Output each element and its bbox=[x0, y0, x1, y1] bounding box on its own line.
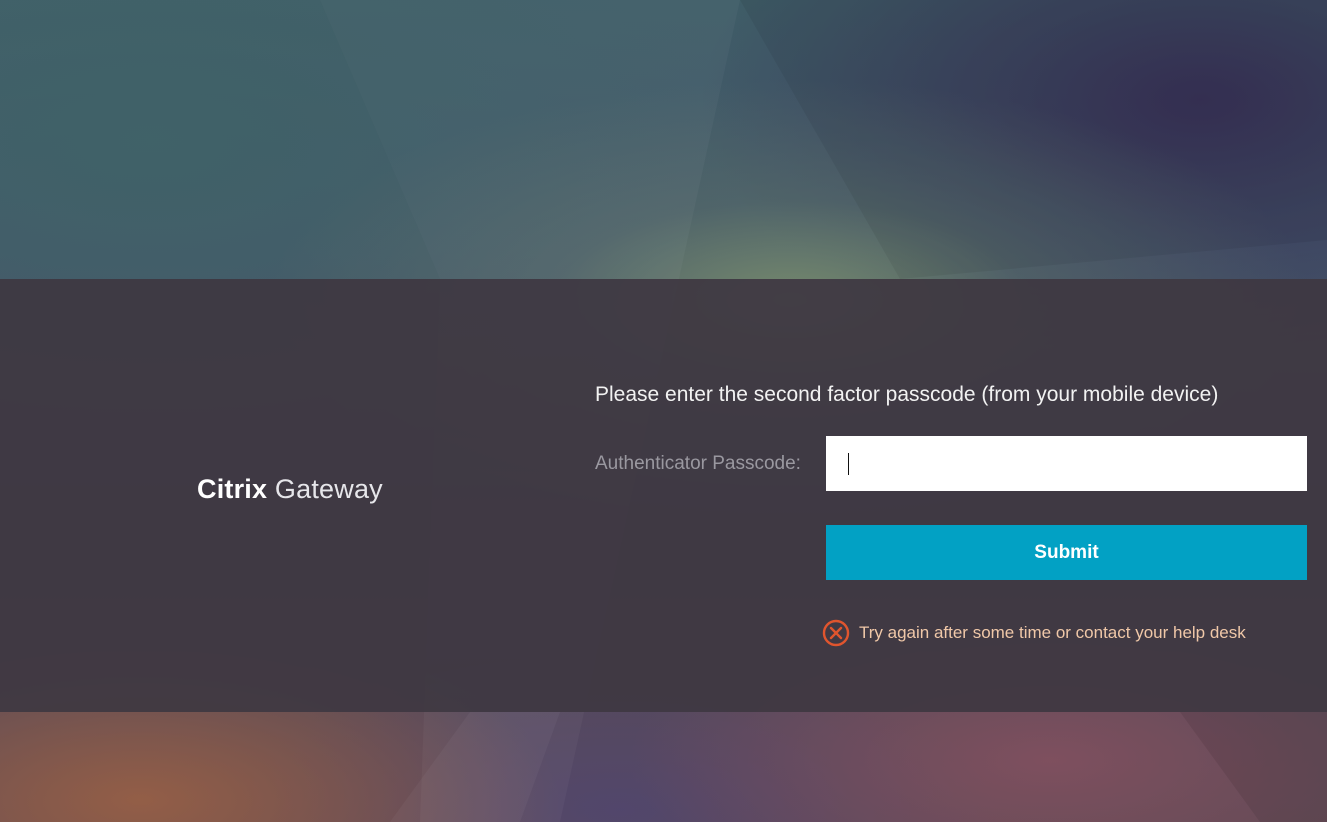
error-message: Try again after some time or contact you… bbox=[859, 623, 1246, 642]
error-circle-x-icon bbox=[822, 619, 850, 647]
logo-brand: Citrix bbox=[197, 474, 268, 504]
error-message-row: Try again after some time or contact you… bbox=[822, 619, 1246, 647]
passcode-instruction: Please enter the second factor passcode … bbox=[595, 383, 1219, 406]
text-caret bbox=[848, 453, 849, 475]
submit-button[interactable]: Submit bbox=[826, 525, 1307, 580]
passcode-label: Authenticator Passcode: bbox=[595, 453, 801, 474]
login-page: Citrix Gateway Please enter the second f… bbox=[0, 0, 1327, 822]
passcode-input[interactable] bbox=[826, 436, 1307, 491]
logo-product: Gateway bbox=[274, 474, 383, 504]
citrix-gateway-logo: Citrix Gateway bbox=[197, 474, 383, 505]
